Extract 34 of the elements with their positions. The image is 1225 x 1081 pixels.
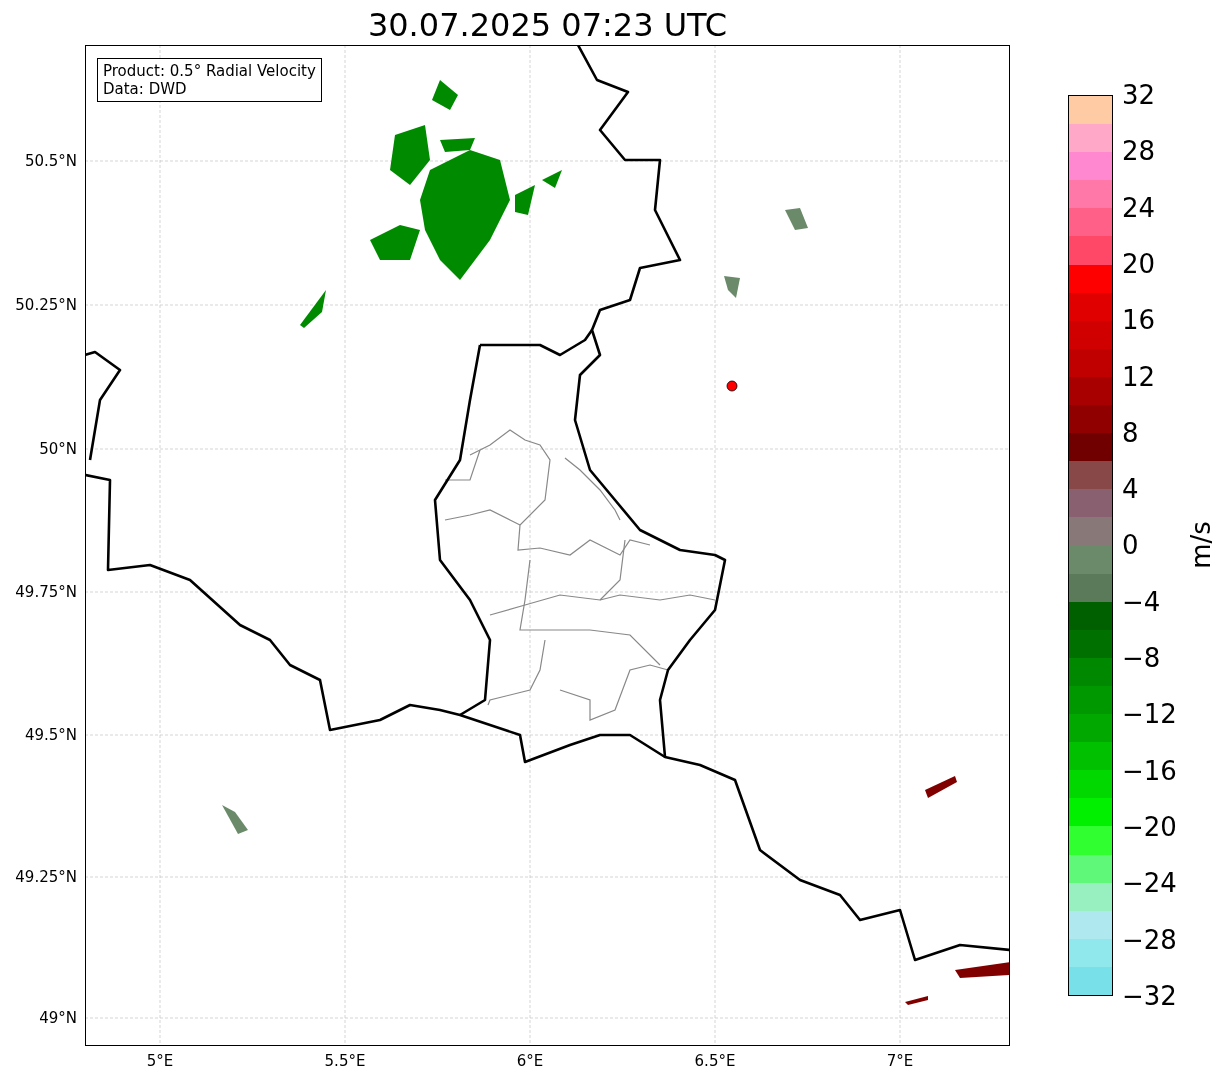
colorbar-tick-label: 20 xyxy=(1122,247,1156,280)
chart-title: 30.07.2025 07:23 UTC xyxy=(367,5,728,45)
colorbar-tick-label: −28 xyxy=(1122,923,1177,956)
colorbar-tick-label: −12 xyxy=(1122,698,1177,731)
colorbar-tick-label: −20 xyxy=(1122,810,1177,843)
legend-text: Product: 0.5° Radial Velocity xyxy=(103,62,316,80)
latitude-label: 50°N xyxy=(39,440,77,458)
colorbar-tick-label: −24 xyxy=(1122,867,1177,900)
colorbar-label: m/s xyxy=(1186,521,1216,569)
colorbar-tick-label: −4 xyxy=(1122,585,1161,618)
colorbar-tick-label: −8 xyxy=(1122,642,1161,674)
latitude-label: 50.25°N xyxy=(15,296,77,314)
latitude-label: 50.5°N xyxy=(24,152,77,170)
colorbar-tick-label: 4 xyxy=(1122,473,1139,506)
latitude-label: 49.75°N xyxy=(15,583,77,601)
latitude-label: 49.5°N xyxy=(24,726,77,744)
longitude-label: 6.5°E xyxy=(694,1052,736,1070)
longitude-label: 6°E xyxy=(516,1052,544,1070)
colorbar-tick-label: 12 xyxy=(1122,360,1156,393)
longitude-label: 5.5°E xyxy=(324,1052,366,1070)
colorbar-tick-label: 0 xyxy=(1122,529,1139,562)
colorbar-tick-label: 16 xyxy=(1122,304,1156,337)
longitude-label: 7°E xyxy=(886,1052,914,1070)
latitude-label: 49.25°N xyxy=(15,868,77,886)
legend-text: Data: DWD xyxy=(103,80,188,98)
radar-site-marker xyxy=(726,380,738,392)
colorbar-tick-label: 24 xyxy=(1122,191,1156,224)
colorbar-tick-label: 8 xyxy=(1122,416,1139,449)
colorbar-tick-label: −32 xyxy=(1122,979,1177,1012)
longitude-label: 5°E xyxy=(146,1052,174,1070)
colorbar-tick-label: 32 xyxy=(1122,79,1156,111)
colorbar-tick-label: 28 xyxy=(1122,135,1156,168)
latitude-label: 49°N xyxy=(39,1009,77,1027)
colorbar-tick-label: −16 xyxy=(1122,754,1177,787)
